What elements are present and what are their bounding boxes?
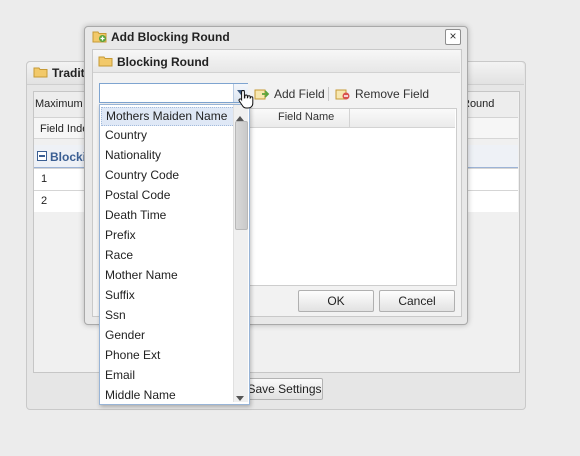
grid-column-divider <box>349 109 350 127</box>
dropdown-item[interactable]: Phone Ext <box>101 346 237 365</box>
dropdown-item[interactable]: Middle Name <box>101 386 237 404</box>
collapse-icon[interactable] <box>37 151 47 161</box>
remove-field-button[interactable]: Remove Field <box>355 87 429 101</box>
dropdown-item[interactable]: Gender <box>101 326 237 345</box>
dropdown-item[interactable]: Country Code <box>101 166 237 185</box>
scroll-up-arrow-icon[interactable] <box>236 110 244 124</box>
dropdown-item[interactable]: Suffix <box>101 286 237 305</box>
dropdown-item[interactable]: Postal Code <box>101 186 237 205</box>
add-field-icon[interactable] <box>254 87 270 104</box>
hand-cursor-icon <box>238 89 254 112</box>
dialog-title: Add Blocking Round <box>111 30 230 44</box>
dropdown-item[interactable]: Mother Name <box>101 266 237 285</box>
background-panel-title: Traditi <box>52 66 89 80</box>
close-icon[interactable]: × <box>445 29 461 45</box>
dropdown-item[interactable]: Country <box>101 126 237 145</box>
cancel-button[interactable]: Cancel <box>379 290 455 312</box>
remove-field-icon[interactable] <box>335 87 351 104</box>
dropdown-item[interactable]: Death Time <box>101 206 237 225</box>
folder-icon <box>33 66 48 81</box>
table-row-index: 1 <box>41 173 48 185</box>
ok-button[interactable]: OK <box>298 290 374 312</box>
dropdown-item[interactable]: Prefix <box>101 226 237 245</box>
folder-icon <box>98 55 113 70</box>
dropdown-scrollbar-thumb[interactable] <box>235 121 248 230</box>
dropdown-item[interactable]: Email <box>101 366 237 385</box>
add-field-button[interactable]: Add Field <box>274 87 325 101</box>
save-settings-button[interactable]: Save Settings <box>246 378 323 400</box>
dropdown-item[interactable]: Ssn <box>101 306 237 325</box>
table-row-index: 2 <box>41 195 48 207</box>
grid-column-field-name[interactable]: Field Name <box>278 111 334 123</box>
background-field-index-header: Field Inde <box>40 123 89 135</box>
add-window-icon <box>92 30 107 46</box>
scroll-down-arrow-icon[interactable] <box>236 390 244 404</box>
toolbar-separator <box>328 87 329 101</box>
dropdown-item[interactable]: Race <box>101 246 237 265</box>
field-select-combobox[interactable] <box>99 83 248 103</box>
dropdown-item[interactable]: Nationality <box>101 146 237 165</box>
dropdown-item[interactable]: Mothers Maiden Name <box>101 107 239 126</box>
fieldset-title: Blocking Round <box>117 55 209 69</box>
field-dropdown-list: Mothers Maiden Name Country Nationality … <box>99 104 250 405</box>
